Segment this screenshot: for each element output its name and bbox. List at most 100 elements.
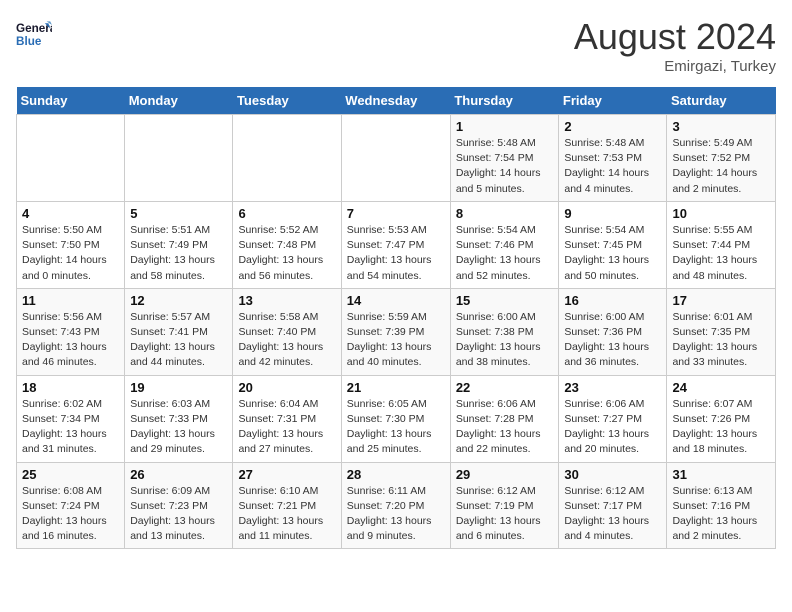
day-number: 10 [672,206,770,221]
day-number: 1 [456,119,554,134]
week-row-3: 11 Sunrise: 5:56 AM Sunset: 7:43 PM Dayli… [17,288,776,375]
weekday-header-thursday: Thursday [450,87,559,115]
weekday-header-saturday: Saturday [667,87,776,115]
calendar-cell: 4 Sunrise: 5:50 AM Sunset: 7:50 PM Daylig… [17,201,125,288]
weekday-header-row: SundayMondayTuesdayWednesdayThursdayFrid… [17,87,776,115]
day-info: Sunrise: 5:55 AM Sunset: 7:44 PM Dayligh… [672,223,770,284]
day-info: Sunrise: 5:50 AM Sunset: 7:50 PM Dayligh… [22,223,119,284]
day-number: 7 [347,206,445,221]
calendar-cell: 19 Sunrise: 6:03 AM Sunset: 7:33 PM Dayli… [125,375,233,462]
day-number: 26 [130,467,227,482]
day-info: Sunrise: 6:12 AM Sunset: 7:17 PM Dayligh… [564,484,661,545]
day-number: 4 [22,206,119,221]
calendar-cell: 14 Sunrise: 5:59 AM Sunset: 7:39 PM Dayli… [341,288,450,375]
calendar-cell: 11 Sunrise: 5:56 AM Sunset: 7:43 PM Dayli… [17,288,125,375]
day-number: 30 [564,467,661,482]
day-info: Sunrise: 5:57 AM Sunset: 7:41 PM Dayligh… [130,310,227,371]
day-number: 6 [238,206,335,221]
day-number: 31 [672,467,770,482]
calendar-cell: 20 Sunrise: 6:04 AM Sunset: 7:31 PM Dayli… [233,375,341,462]
day-number: 16 [564,293,661,308]
weekday-header-monday: Monday [125,87,233,115]
calendar-cell: 2 Sunrise: 5:48 AM Sunset: 7:53 PM Daylig… [559,115,667,202]
calendar-cell: 16 Sunrise: 6:00 AM Sunset: 7:36 PM Dayli… [559,288,667,375]
calendar-cell: 30 Sunrise: 6:12 AM Sunset: 7:17 PM Dayli… [559,462,667,549]
logo-icon: General Blue [16,16,52,52]
week-row-2: 4 Sunrise: 5:50 AM Sunset: 7:50 PM Daylig… [17,201,776,288]
day-number: 3 [672,119,770,134]
day-info: Sunrise: 6:03 AM Sunset: 7:33 PM Dayligh… [130,397,227,458]
day-number: 11 [22,293,119,308]
day-number: 2 [564,119,661,134]
calendar-cell: 6 Sunrise: 5:52 AM Sunset: 7:48 PM Daylig… [233,201,341,288]
day-info: Sunrise: 6:07 AM Sunset: 7:26 PM Dayligh… [672,397,770,458]
day-number: 28 [347,467,445,482]
calendar-cell: 23 Sunrise: 6:06 AM Sunset: 7:27 PM Dayli… [559,375,667,462]
day-info: Sunrise: 6:00 AM Sunset: 7:36 PM Dayligh… [564,310,661,371]
day-info: Sunrise: 6:02 AM Sunset: 7:34 PM Dayligh… [22,397,119,458]
day-info: Sunrise: 6:06 AM Sunset: 7:27 PM Dayligh… [564,397,661,458]
day-number: 19 [130,380,227,395]
day-number: 29 [456,467,554,482]
calendar-cell: 28 Sunrise: 6:11 AM Sunset: 7:20 PM Dayli… [341,462,450,549]
calendar-cell [125,115,233,202]
day-info: Sunrise: 5:59 AM Sunset: 7:39 PM Dayligh… [347,310,445,371]
day-info: Sunrise: 6:12 AM Sunset: 7:19 PM Dayligh… [456,484,554,545]
day-number: 20 [238,380,335,395]
day-info: Sunrise: 6:06 AM Sunset: 7:28 PM Dayligh… [456,397,554,458]
day-number: 13 [238,293,335,308]
day-info: Sunrise: 6:05 AM Sunset: 7:30 PM Dayligh… [347,397,445,458]
week-row-4: 18 Sunrise: 6:02 AM Sunset: 7:34 PM Dayli… [17,375,776,462]
page-header: General Blue August 2024 Emirgazi, Turke… [16,16,776,75]
week-row-1: 1 Sunrise: 5:48 AM Sunset: 7:54 PM Daylig… [17,115,776,202]
day-info: Sunrise: 5:48 AM Sunset: 7:53 PM Dayligh… [564,136,661,197]
calendar-table: SundayMondayTuesdayWednesdayThursdayFrid… [16,87,776,549]
weekday-header-wednesday: Wednesday [341,87,450,115]
calendar-cell: 27 Sunrise: 6:10 AM Sunset: 7:21 PM Dayli… [233,462,341,549]
weekday-header-friday: Friday [559,87,667,115]
day-number: 22 [456,380,554,395]
calendar-cell [17,115,125,202]
calendar-cell: 7 Sunrise: 5:53 AM Sunset: 7:47 PM Daylig… [341,201,450,288]
calendar-cell: 18 Sunrise: 6:02 AM Sunset: 7:34 PM Dayli… [17,375,125,462]
day-number: 27 [238,467,335,482]
day-info: Sunrise: 5:51 AM Sunset: 7:49 PM Dayligh… [130,223,227,284]
day-number: 18 [22,380,119,395]
calendar-cell: 17Sunrise: 6:01 AM Sunset: 7:35 PM Dayli… [667,288,776,375]
day-info: Sunrise: 6:13 AM Sunset: 7:16 PM Dayligh… [672,484,770,545]
day-info: Sunrise: 6:08 AM Sunset: 7:24 PM Dayligh… [22,484,119,545]
calendar-cell: 5Sunrise: 5:51 AM Sunset: 7:49 PM Daylig… [125,201,233,288]
calendar-cell [341,115,450,202]
calendar-cell: 1 Sunrise: 5:48 AM Sunset: 7:54 PM Daylig… [450,115,559,202]
calendar-cell: 9Sunrise: 5:54 AM Sunset: 7:45 PM Daylig… [559,201,667,288]
day-info: Sunrise: 5:54 AM Sunset: 7:46 PM Dayligh… [456,223,554,284]
day-info: Sunrise: 5:53 AM Sunset: 7:47 PM Dayligh… [347,223,445,284]
day-info: Sunrise: 5:58 AM Sunset: 7:40 PM Dayligh… [238,310,335,371]
calendar-cell: 31 Sunrise: 6:13 AM Sunset: 7:16 PM Dayli… [667,462,776,549]
day-info: Sunrise: 6:00 AM Sunset: 7:38 PM Dayligh… [456,310,554,371]
day-number: 23 [564,380,661,395]
calendar-cell: 26Sunrise: 6:09 AM Sunset: 7:23 PM Dayli… [125,462,233,549]
location: Emirgazi, Turkey [574,58,776,75]
calendar-cell: 24Sunrise: 6:07 AM Sunset: 7:26 PM Dayli… [667,375,776,462]
day-info: Sunrise: 5:52 AM Sunset: 7:48 PM Dayligh… [238,223,335,284]
day-number: 9 [564,206,661,221]
day-info: Sunrise: 5:49 AM Sunset: 7:52 PM Dayligh… [672,136,770,197]
day-number: 15 [456,293,554,308]
calendar-cell: 22 Sunrise: 6:06 AM Sunset: 7:28 PM Dayli… [450,375,559,462]
day-info: Sunrise: 5:48 AM Sunset: 7:54 PM Dayligh… [456,136,554,197]
calendar-cell: 10 Sunrise: 5:55 AM Sunset: 7:44 PM Dayli… [667,201,776,288]
week-row-5: 25Sunrise: 6:08 AM Sunset: 7:24 PM Dayli… [17,462,776,549]
calendar-cell: 29 Sunrise: 6:12 AM Sunset: 7:19 PM Dayli… [450,462,559,549]
day-number: 14 [347,293,445,308]
weekday-header-sunday: Sunday [17,87,125,115]
day-number: 8 [456,206,554,221]
calendar-cell: 21Sunrise: 6:05 AM Sunset: 7:30 PM Dayli… [341,375,450,462]
day-info: Sunrise: 6:10 AM Sunset: 7:21 PM Dayligh… [238,484,335,545]
month-title: August 2024 [574,16,776,58]
day-info: Sunrise: 6:11 AM Sunset: 7:20 PM Dayligh… [347,484,445,545]
day-info: Sunrise: 5:56 AM Sunset: 7:43 PM Dayligh… [22,310,119,371]
day-info: Sunrise: 6:04 AM Sunset: 7:31 PM Dayligh… [238,397,335,458]
weekday-header-tuesday: Tuesday [233,87,341,115]
calendar-cell: 15 Sunrise: 6:00 AM Sunset: 7:38 PM Dayli… [450,288,559,375]
